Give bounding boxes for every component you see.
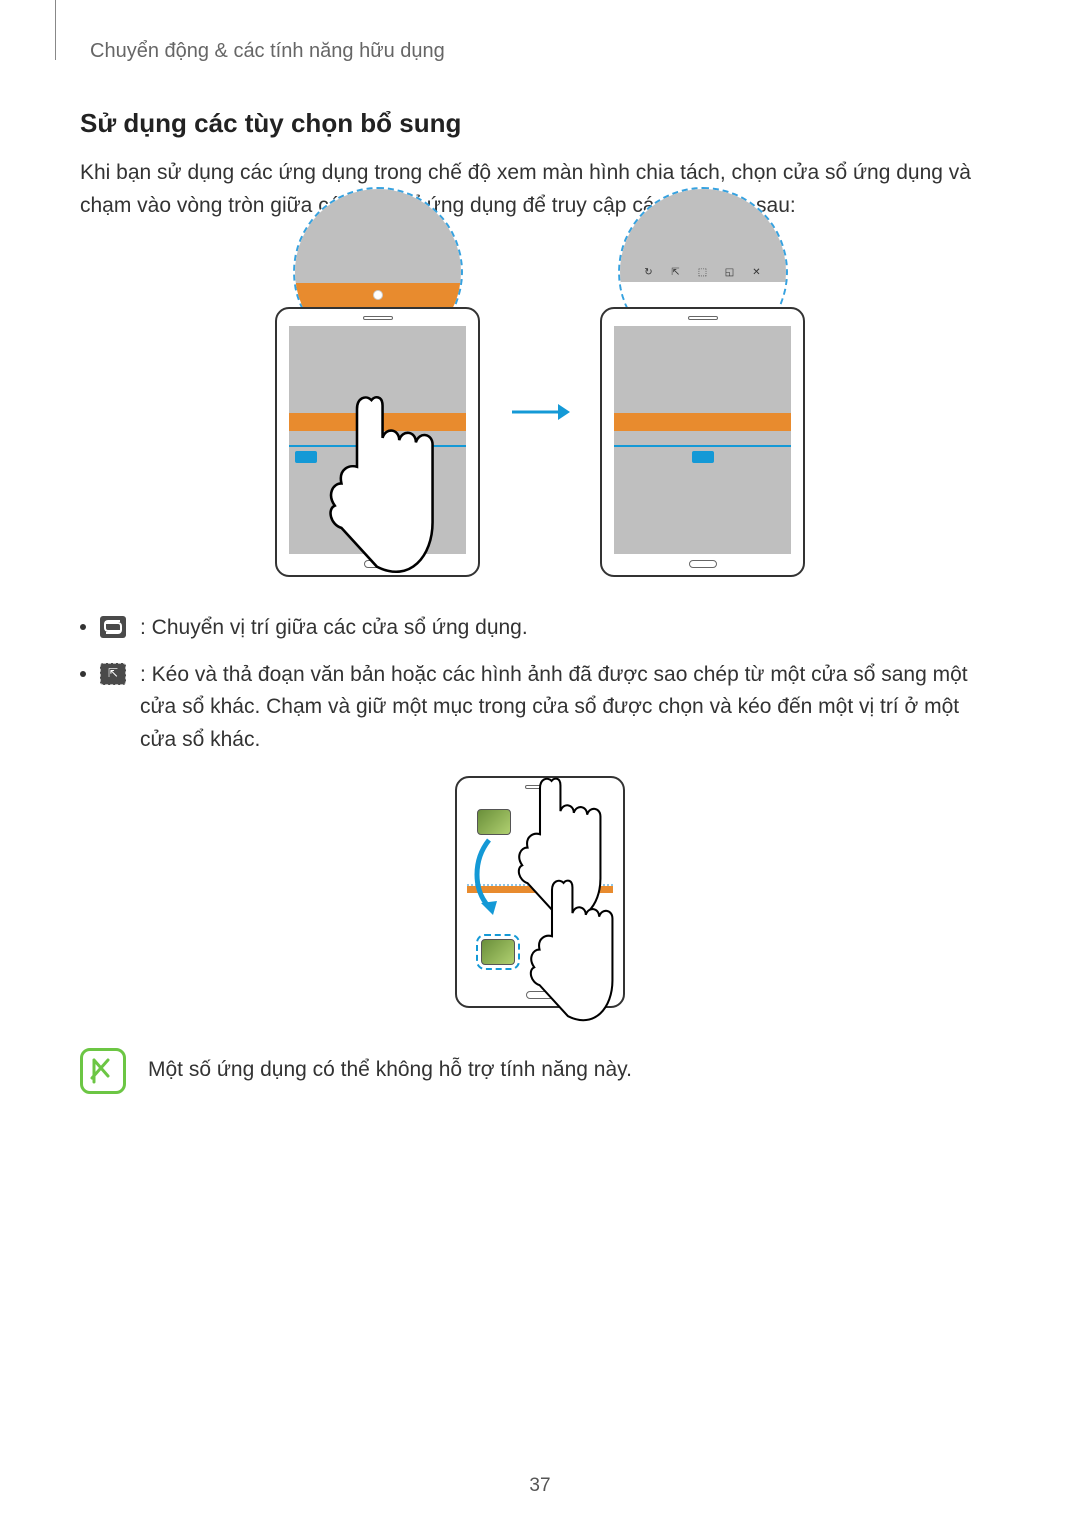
note-callout: Một số ứng dụng có thể không hỗ trợ tính… <box>80 1048 1000 1094</box>
drag-drop-icon <box>100 663 126 685</box>
intro-paragraph: Khi bạn sử dụng các ứng dụng trong chế đ… <box>80 157 1000 222</box>
page-number: 37 <box>529 1475 550 1497</box>
list-item: : Chuyển vị trí giữa các cửa sổ ứng dụng… <box>80 612 1000 645</box>
breadcrumb: Chuyển động & các tính năng hữu dụng <box>90 40 1000 63</box>
drag-description: : Kéo và thả đoạn văn bản hoặc các hình … <box>140 659 1000 757</box>
device-illustration-left <box>275 307 480 577</box>
swap-description: : Chuyển vị trí giữa các cửa sổ ứng dụng… <box>140 612 528 645</box>
toolbar-drag-icon: ⇱ <box>669 265 683 279</box>
arrow-right-icon <box>510 391 570 433</box>
toolbar-minimize-icon: ⬚ <box>696 265 710 279</box>
figure-split-options: ↻ ⇱ ⬚ ◱ ✕ <box>80 247 1000 577</box>
header-rule <box>55 0 56 60</box>
toolbar-maximize-icon: ◱ <box>723 265 737 279</box>
device-illustration-dragdrop <box>455 776 625 1008</box>
toolbar-close-icon: ✕ <box>750 265 764 279</box>
toolbar-swap-icon: ↻ <box>642 265 656 279</box>
list-item: : Kéo và thả đoạn văn bản hoặc các hình … <box>80 659 1000 757</box>
drag-arrow-icon <box>471 835 501 915</box>
note-text: Một số ứng dụng có thể không hỗ trợ tính… <box>148 1048 632 1082</box>
target-thumbnail <box>481 939 515 965</box>
figure-drag-drop <box>80 776 1000 1008</box>
source-thumbnail <box>477 809 511 835</box>
device-illustration-right <box>600 307 805 577</box>
options-list: : Chuyển vị trí giữa các cửa sổ ứng dụng… <box>80 612 1000 756</box>
swap-windows-icon <box>100 616 126 638</box>
section-heading: Sử dụng các tùy chọn bổ sung <box>80 108 1000 139</box>
note-icon <box>80 1048 126 1094</box>
